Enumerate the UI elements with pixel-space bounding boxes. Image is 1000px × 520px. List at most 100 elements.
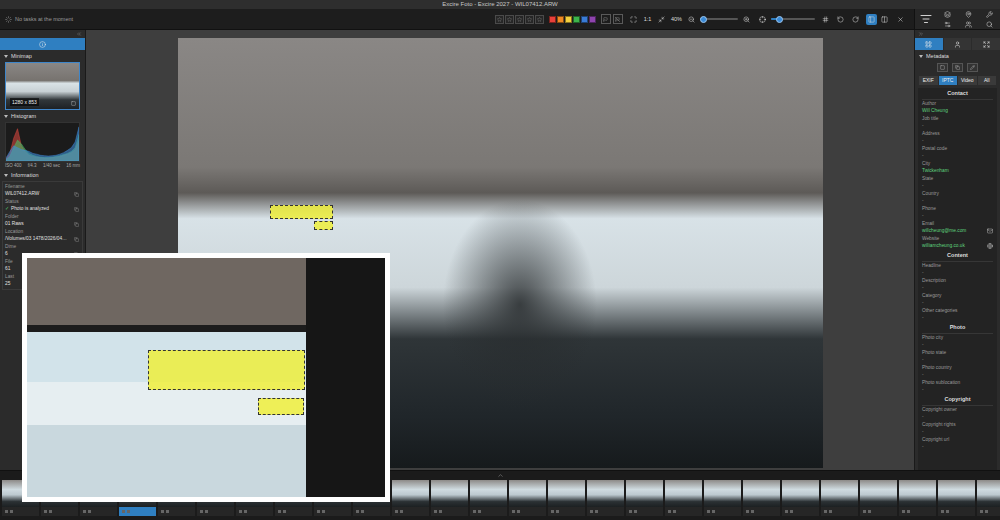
thumbnail[interactable]	[977, 480, 1000, 516]
metadata-tab[interactable]: Video	[958, 76, 977, 85]
metadata-tab[interactable]: EXIF	[919, 76, 938, 85]
edit-button[interactable]	[967, 63, 978, 72]
metadata-field[interactable]: Photo city-	[922, 334, 993, 349]
minimap-header[interactable]: Minimap	[0, 52, 85, 60]
copy-button[interactable]	[74, 237, 80, 243]
color-label[interactable]	[549, 16, 556, 23]
copy-metadata-button[interactable]	[952, 63, 963, 72]
star-box[interactable]	[495, 15, 504, 24]
template-button[interactable]	[937, 63, 948, 72]
metadata-field[interactable]: CityTwickenham	[922, 160, 993, 175]
metadata-header[interactable]: Metadata	[915, 52, 1000, 60]
metadata-tab[interactable]: All	[978, 76, 997, 85]
thumbnail[interactable]	[626, 480, 663, 516]
field-value[interactable]: williamcheung.co.uk	[922, 242, 965, 250]
thumbnail[interactable]	[548, 480, 585, 516]
metadata-field[interactable]: Photo country-	[922, 364, 993, 379]
info-tab[interactable]	[0, 38, 85, 50]
text-highlight[interactable]	[270, 205, 333, 219]
thumbnail-image[interactable]	[548, 480, 585, 507]
metadata-field[interactable]: State-	[922, 175, 993, 190]
field-value[interactable]: -	[922, 284, 924, 292]
thumbnail-image[interactable]	[821, 480, 858, 507]
collapse-right-icon[interactable]	[918, 31, 924, 37]
field-value[interactable]: -	[922, 443, 924, 451]
thumbnail-image[interactable]	[704, 480, 741, 507]
thumbnail-image[interactable]	[782, 480, 819, 507]
rotate-right-button[interactable]	[850, 14, 861, 25]
fit-button[interactable]	[656, 14, 667, 25]
field-value[interactable]: -	[922, 428, 924, 436]
metadata-field[interactable]: Copyright owner-	[922, 406, 993, 421]
layers-button[interactable]	[944, 11, 951, 18]
list-button[interactable]	[920, 13, 932, 25]
field-value[interactable]: -	[922, 212, 924, 220]
field-value[interactable]: -	[922, 182, 924, 190]
metadata-field[interactable]: Other categories-	[922, 307, 993, 322]
metadata-field[interactable]: Address-	[922, 130, 993, 145]
grid-button[interactable]	[820, 14, 831, 25]
field-value[interactable]: -	[922, 341, 924, 349]
star-rating[interactable]	[495, 15, 544, 24]
minimap[interactable]: 1280 x 853	[5, 62, 80, 110]
metadata-field[interactable]: Category-	[922, 292, 993, 307]
thumbnail[interactable]	[431, 480, 468, 516]
people-button[interactable]	[965, 21, 972, 28]
thumbnail-image[interactable]	[509, 480, 546, 507]
copy-button[interactable]	[74, 192, 80, 198]
pick-flag[interactable]	[601, 14, 611, 24]
thumbnail[interactable]	[392, 480, 429, 516]
thumbnail-image[interactable]	[860, 480, 897, 507]
email-button[interactable]	[987, 228, 993, 234]
website-button[interactable]	[987, 243, 993, 249]
thumbnail[interactable]	[704, 480, 741, 516]
slider-knob[interactable]	[776, 16, 783, 23]
fullscreen-button[interactable]	[628, 14, 639, 25]
tools-button[interactable]	[986, 11, 993, 18]
star-box[interactable]	[535, 15, 544, 24]
thumbnail[interactable]	[782, 480, 819, 516]
zoom-slider[interactable]	[700, 15, 738, 24]
field-value[interactable]: -	[922, 371, 924, 379]
field-value[interactable]: -	[922, 137, 924, 145]
thumbnail-image[interactable]	[977, 480, 1000, 507]
rotate-left-button[interactable]	[835, 14, 846, 25]
star-box[interactable]	[505, 15, 514, 24]
slider-knob[interactable]	[700, 16, 707, 23]
thumbnail[interactable]	[938, 480, 975, 516]
thumbnail[interactable]	[899, 480, 936, 516]
settings-button[interactable]	[944, 21, 951, 28]
thumbnail-image[interactable]	[665, 480, 702, 507]
metadata-field[interactable]: AuthorWill Cheung	[922, 100, 993, 115]
field-value[interactable]: -	[922, 152, 924, 160]
thumbnail[interactable]	[665, 480, 702, 516]
disclosure-icon[interactable]	[4, 55, 8, 58]
information-header[interactable]: Information	[0, 171, 85, 179]
disclosure-icon[interactable]	[4, 174, 8, 177]
thumbnail[interactable]	[821, 480, 858, 516]
thumbnail-image[interactable]	[392, 480, 429, 507]
chevron-up-icon[interactable]	[497, 472, 504, 479]
close-button[interactable]	[895, 14, 906, 25]
disclosure-icon[interactable]	[4, 115, 8, 118]
copy-button[interactable]	[74, 222, 80, 228]
field-value[interactable]: -	[922, 197, 924, 205]
star-box[interactable]	[525, 15, 534, 24]
thumbnail[interactable]	[470, 480, 507, 516]
field-value[interactable]: willcheung@me.com	[922, 227, 966, 235]
color-label[interactable]	[589, 16, 596, 23]
thumbnail[interactable]	[860, 480, 897, 516]
metadata-field[interactable]: Photo state-	[922, 349, 993, 364]
field-value[interactable]: -	[922, 122, 924, 130]
thumbnail[interactable]	[743, 480, 780, 516]
text-highlight[interactable]	[314, 221, 333, 230]
thumbnail[interactable]	[587, 480, 624, 516]
field-value[interactable]: -	[922, 299, 924, 307]
thumbnail-image[interactable]	[587, 480, 624, 507]
single-view-button[interactable]	[866, 14, 877, 25]
histogram-header[interactable]: Histogram	[0, 112, 85, 120]
copy-button[interactable]	[74, 207, 80, 213]
thumbnail-image[interactable]	[743, 480, 780, 507]
people-tab[interactable]	[944, 38, 972, 50]
metadata-tab[interactable]	[915, 38, 943, 50]
